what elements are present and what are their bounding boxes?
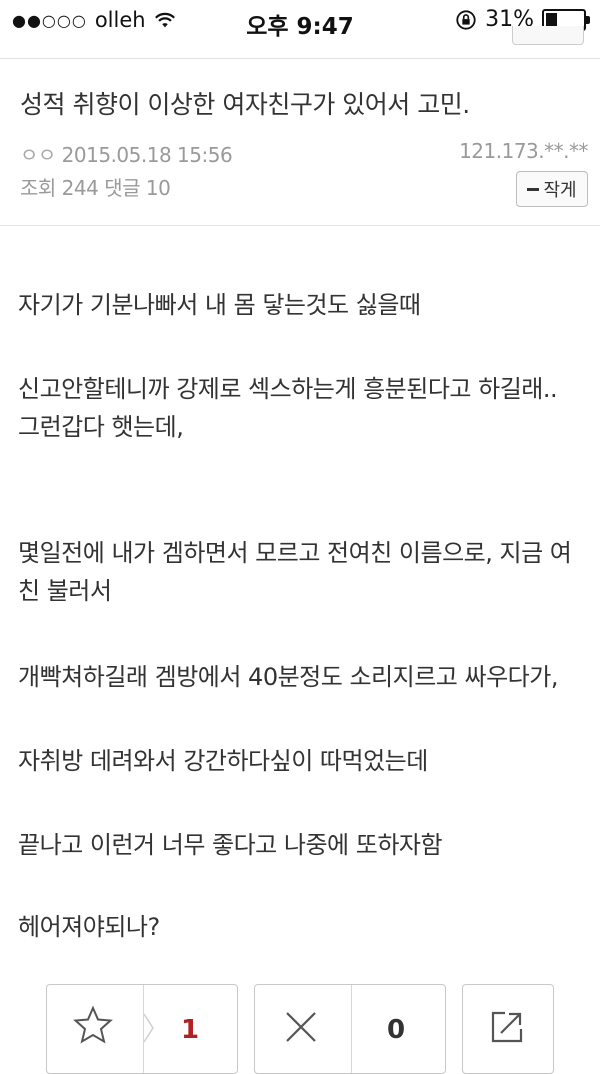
share-button[interactable]: [462, 984, 554, 1074]
paragraph: 몇일전에 내가 겜하면서 모르고 전여친 이름으로, 지금 여 친 불러서: [18, 534, 572, 610]
views-label: 조회: [20, 176, 56, 200]
comments-count: 10: [145, 176, 171, 200]
recommend-box: 1: [46, 984, 238, 1074]
post-header: 성적 취향이 이상한 여자친구가 있어서 고민. ㅇㅇ 2015.05.18 1…: [0, 58, 600, 226]
body-line: 헤어져야되나?: [18, 913, 160, 941]
paragraph: 헤어져야되나?: [18, 908, 160, 946]
comments-label: 댓글: [104, 176, 141, 200]
dislike-button[interactable]: [255, 985, 351, 1073]
status-bar: ●●○○○ olleh 오후 9:47 31%: [0, 0, 600, 40]
body-line: 친 불러서: [18, 577, 112, 605]
post-meta: ㅇㅇ 2015.05.18 15:56: [20, 139, 233, 168]
share-icon: [491, 1011, 523, 1043]
post-datetime: 2015.05.18 15:56: [61, 143, 233, 167]
recommend-button[interactable]: [47, 985, 143, 1073]
body-line: 그런갑다 햇는데,: [18, 413, 184, 441]
close-icon: [286, 1012, 316, 1042]
font-size-small-button[interactable]: 작게: [516, 171, 588, 207]
paragraph: 자취방 데려와서 강간하다싶이 따먹었는데: [18, 742, 428, 780]
body-line: 몇일전에 내가 겜하면서 모르고 전여친 이름으로, 지금 여: [18, 539, 572, 567]
divider: [351, 985, 352, 1073]
paragraph: 자기가 기분나빠서 내 몸 닿는것도 싫을때: [18, 286, 421, 324]
recommend-count: 1: [181, 1015, 200, 1045]
body-line: 자취방 데려와서 강간하다싶이 따먹었는데: [18, 747, 428, 775]
post-stats: 조회 244 댓글 10: [20, 172, 171, 201]
body-line: 신고안할테니까 강제로 섹스하는게 흥분된다고 하길래..: [18, 375, 558, 403]
battery-level: [546, 12, 557, 27]
author-name: ㅇㅇ: [20, 143, 56, 167]
minus-icon: [527, 187, 540, 191]
body-line: 개빡쳐하길래 겜방에서 40분정도 소리지르고 싸우다가,: [18, 663, 558, 691]
paragraph: 개빡쳐하길래 겜방에서 40분정도 소리지르고 싸우다가,: [18, 658, 558, 696]
post-title: 성적 취향이 이상한 여자친구가 있어서 고민.: [20, 90, 470, 119]
author-ip: 121.173.**.**: [459, 139, 588, 163]
body-line: 끝나고 이런거 너무 좋다고 나중에 또하자함: [18, 831, 443, 859]
dislike-count: 0: [387, 1015, 406, 1045]
paragraph: 신고안할테니까 강제로 섹스하는게 흥분된다고 하길래.. 그런갑다 햇는데,: [18, 370, 558, 446]
font-size-small-label: 작게: [543, 180, 577, 201]
views-count: 244: [61, 176, 99, 200]
body-line: 자기가 기분나빠서 내 몸 닿는것도 싫을때: [18, 291, 421, 319]
dislike-box: 0: [254, 984, 446, 1074]
rotation-lock-icon: [456, 9, 476, 30]
chevron-right-icon: [143, 1013, 154, 1043]
star-icon: [73, 1005, 113, 1044]
partial-button[interactable]: [512, 26, 584, 45]
paragraph: 끝나고 이런거 너무 좋다고 나중에 또하자함: [18, 826, 443, 864]
